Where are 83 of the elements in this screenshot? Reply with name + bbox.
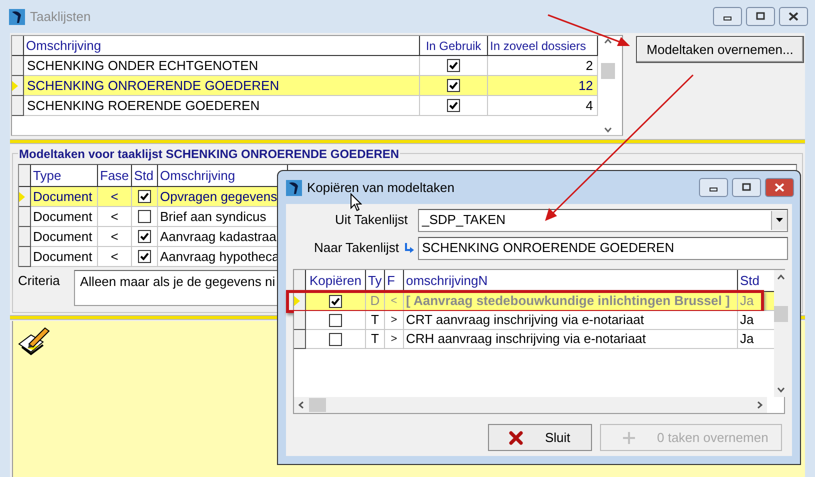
row-pointer-icon <box>12 80 18 90</box>
minimize-button[interactable] <box>713 7 742 26</box>
tasklist-row[interactable]: SCHENKING ONROERENDE GOEDEREN 12 <box>12 76 598 96</box>
checkbox[interactable] <box>329 294 342 308</box>
checkbox[interactable] <box>447 99 460 112</box>
row-header[interactable] <box>12 96 24 116</box>
scroll-down-icon <box>777 387 785 393</box>
minimize-button[interactable] <box>699 178 728 197</box>
cross-icon <box>509 430 523 444</box>
copy-model-tasks-button[interactable]: Modeltaken overnemen... <box>636 36 804 63</box>
vertical-scrollbar[interactable] <box>774 270 788 397</box>
column-header[interactable]: Ty <box>366 270 385 291</box>
table-cell: T <box>366 330 385 349</box>
checkbox[interactable] <box>447 59 460 72</box>
row-header[interactable] <box>294 330 306 349</box>
criteria-label: Criteria <box>18 272 61 290</box>
column-header[interactable]: In Gebruik <box>420 36 488 55</box>
row-header[interactable] <box>19 247 31 267</box>
row-pointer-icon <box>294 296 300 306</box>
close-icon <box>774 183 785 192</box>
checkbox[interactable] <box>329 332 342 346</box>
row-pointer-icon <box>19 192 25 202</box>
row-header[interactable] <box>19 207 31 227</box>
table-cell: 4 <box>488 96 598 116</box>
model-task-option[interactable]: T > CRT aanvraag inschrijving via e-notariaat Ja <box>294 311 774 330</box>
header-corner <box>294 270 306 291</box>
from-list-label: Uit Takenlijst <box>334 211 409 230</box>
maximize-icon <box>755 12 766 21</box>
note-pencil-icon <box>17 325 51 357</box>
column-header[interactable]: Kopiëren <box>306 270 366 291</box>
vertical-scrollbar[interactable] <box>599 36 616 135</box>
column-header[interactable]: Type <box>31 165 98 186</box>
column-header[interactable]: Fase <box>98 165 132 186</box>
row-header[interactable] <box>19 227 31 247</box>
row-header[interactable] <box>294 311 306 330</box>
scroll-thumb[interactable] <box>774 306 788 322</box>
column-header[interactable]: In zoveel dossiers <box>488 36 598 55</box>
row-header[interactable] <box>12 56 24 76</box>
table-cell: < <box>98 247 132 267</box>
mouse-cursor-icon <box>350 193 362 212</box>
column-header[interactable]: omschrijvingN <box>404 270 738 291</box>
checkbox[interactable] <box>138 190 151 203</box>
checkbox[interactable] <box>447 79 460 92</box>
table-cell: CRH aanvraag inschrijving via e-notariaat <box>404 330 738 349</box>
row-header[interactable] <box>12 76 24 96</box>
checkbox[interactable] <box>138 230 151 243</box>
maximize-button[interactable] <box>732 178 761 197</box>
window-title: Taaklijsten <box>30 8 91 26</box>
table-cell: Document <box>31 247 98 267</box>
app-icon <box>9 8 25 24</box>
close-icon <box>788 12 799 21</box>
checkbox[interactable] <box>138 210 151 223</box>
close-button[interactable] <box>779 7 808 26</box>
table-cell: SCHENKING ROERENDE GOEDEREN <box>24 96 420 116</box>
scroll-down-icon <box>604 127 612 133</box>
scroll-left-icon <box>298 401 304 409</box>
scroll-up-icon <box>604 38 612 44</box>
maximize-icon <box>741 183 752 192</box>
to-list-field[interactable]: SCHENKING ONROERENDE GOEDEREN <box>418 236 788 260</box>
model-task-option[interactable]: T > CRH aanvraag inschrijving via e-notariaat Ja <box>294 330 774 349</box>
from-list-dropdown[interactable]: _SDP_TAKEN <box>418 208 788 232</box>
column-header[interactable]: Omschrijving <box>24 36 420 55</box>
column-header[interactable]: Std <box>738 270 774 291</box>
scroll-up-icon <box>777 274 785 280</box>
checkbox[interactable] <box>138 250 151 263</box>
horizontal-scrollbar[interactable] <box>294 397 767 413</box>
tasklist-row[interactable]: SCHENKING ROERENDE GOEDEREN 4 <box>12 96 598 116</box>
turn-arrow-icon <box>404 242 416 254</box>
tasklist-row[interactable]: SCHENKING ONDER ECHTGENOTEN 2 <box>12 56 598 76</box>
close-button[interactable] <box>765 178 794 197</box>
scroll-right-icon <box>757 401 763 409</box>
scroll-thumb[interactable] <box>600 62 614 78</box>
row-header[interactable] <box>19 187 31 207</box>
dropdown-arrow-icon <box>776 218 783 222</box>
column-header[interactable]: F <box>385 270 404 291</box>
scroll-thumb[interactable] <box>309 398 326 412</box>
app-icon <box>286 180 302 196</box>
plus-icon <box>623 432 635 444</box>
maximize-button[interactable] <box>746 7 775 26</box>
checkbox[interactable] <box>329 314 342 326</box>
table-cell: > <box>385 330 404 349</box>
close-dialog-button[interactable]: Sluit <box>488 424 592 451</box>
column-header[interactable]: Std <box>132 165 158 186</box>
